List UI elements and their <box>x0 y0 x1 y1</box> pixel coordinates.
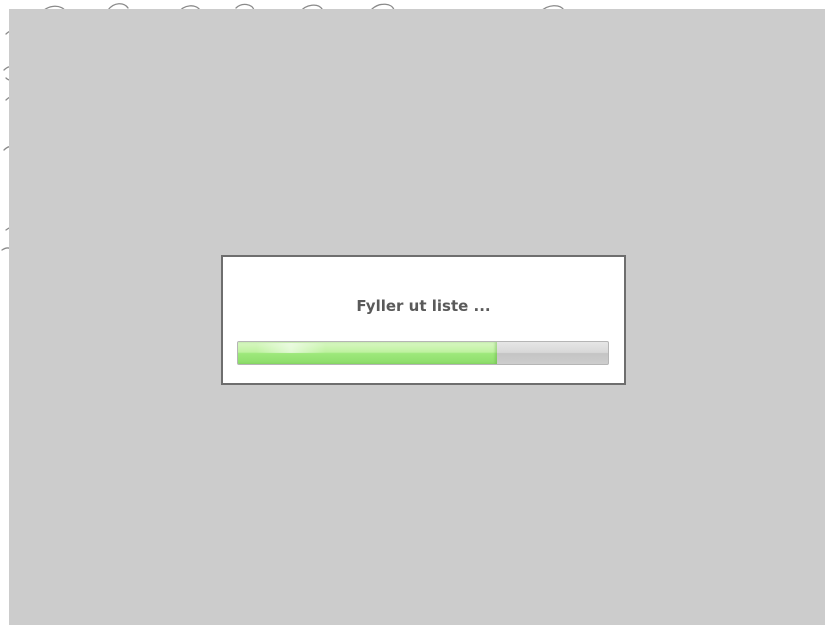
loading-dialog: Fyller ut liste ... <box>221 255 626 385</box>
progress-bar-shine <box>256 343 326 353</box>
progress-bar <box>237 341 609 365</box>
screen: Fyller ut liste ... <box>0 0 825 625</box>
loading-message: Fyller ut liste ... <box>356 297 491 315</box>
